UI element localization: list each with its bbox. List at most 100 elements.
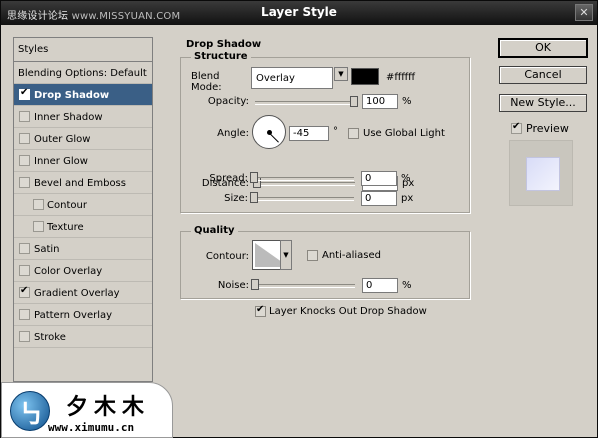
new-style-label: New Style... [510,96,576,109]
dialog-body: Styles Blending Options: Default Drop Sh… [1,25,597,438]
style-item-label: Texture [47,222,84,233]
style-item-checkbox[interactable] [33,221,44,232]
quality-title: Quality [191,225,238,236]
ok-button[interactable]: OK [498,38,588,58]
style-item-label: Bevel and Emboss [34,178,126,189]
style-item-label: Outer Glow [34,134,91,145]
use-global-light-label: Use Global Light [363,128,445,139]
style-item-label: Inner Glow [34,156,88,167]
style-item-checkbox[interactable] [19,243,30,254]
style-item-checkbox[interactable] [19,177,30,188]
use-global-light-checkbox[interactable] [348,128,359,139]
noise-slider[interactable] [255,284,355,288]
knocks-out-checkbox[interactable] [255,304,266,317]
style-item[interactable]: Drop Shadow [14,84,152,106]
style-item-checkbox[interactable] [19,331,30,342]
style-item[interactable]: Inner Glow [14,150,152,172]
distance-slider[interactable] [255,182,355,186]
spread-slider-thumb[interactable] [250,172,258,183]
structure-title: Structure [191,51,251,62]
angle-label: Angle: [217,128,249,139]
style-item[interactable]: Texture [14,216,152,238]
blend-mode-select[interactable]: Overlay [251,67,333,89]
noise-input[interactable]: 0 [362,278,398,293]
logo-url: www.ximumu.cn [48,421,135,434]
noise-unit: % [402,280,412,291]
structure-group: Structure Blend Mode: Overlay ▼ #ffffff … [180,51,470,213]
style-item-label: Satin [34,244,60,255]
style-item-checkbox[interactable] [33,199,44,210]
preview-swatch [526,157,560,191]
size-slider[interactable] [254,197,354,201]
spread-slider[interactable] [254,177,354,181]
angle-input[interactable]: -45 [289,126,329,141]
logo-emblem-icon [10,391,50,431]
style-item[interactable]: Contour [14,194,152,216]
preview-label: Preview [526,122,569,135]
chevron-down-icon: ▼ [283,251,289,259]
style-item-checkbox[interactable] [19,285,30,298]
style-item-label: Drop Shadow [34,90,110,101]
anti-aliased-label: Anti-aliased [322,250,382,261]
chevron-down-icon: ▼ [338,70,344,78]
style-item[interactable]: Inner Shadow [14,106,152,128]
style-item-label: Color Overlay [34,266,103,277]
style-item[interactable]: Outer Glow [14,128,152,150]
style-item-checkbox[interactable] [19,87,30,100]
opacity-slider[interactable] [255,101,355,105]
preview-checkbox[interactable] [511,121,522,134]
size-unit: px [401,193,414,204]
style-item[interactable]: Stroke [14,326,152,348]
size-label: Size: [224,193,248,204]
style-preview [509,140,573,206]
new-style-button[interactable]: New Style... [499,94,587,112]
style-item-checkbox[interactable] [19,309,30,320]
style-item[interactable]: Satin [14,238,152,260]
style-item-checkbox[interactable] [19,265,30,276]
blending-options-item[interactable]: Blending Options: Default [14,62,152,84]
angle-unit: ° [333,126,338,137]
angle-dial-center [267,130,272,135]
preview-toggle[interactable]: Preview [511,121,569,135]
style-item-label: Gradient Overlay [34,288,120,299]
site-logo: 夕木木 www.ximumu.cn [1,382,173,438]
style-item[interactable]: Gradient Overlay [14,282,152,304]
close-button[interactable]: ✕ [575,4,593,21]
style-item-checkbox[interactable] [19,155,30,166]
opacity-label: Opacity: [207,96,249,107]
styles-header[interactable]: Styles [14,38,152,62]
dialog-title: Layer Style [261,5,337,19]
opacity-input[interactable]: 100 [362,94,398,109]
shadow-color-swatch[interactable] [351,68,379,85]
contour-label: Contour: [205,251,249,262]
style-item[interactable]: Color Overlay [14,260,152,282]
size-slider-thumb[interactable] [250,192,258,203]
style-item-label: Inner Shadow [34,112,103,123]
size-input[interactable]: 0 [361,191,397,206]
drop-shadow-title: Drop Shadow [183,39,265,50]
style-item-checkbox[interactable] [19,111,30,122]
shadow-color-hex: #ffffff [386,72,416,83]
blend-mode-dropdown-button[interactable]: ▼ [334,67,348,81]
style-item-checkbox[interactable] [19,133,30,144]
spread-label: Spread: [209,173,248,184]
noise-slider-thumb[interactable] [251,279,259,290]
style-item-label: Contour [47,200,87,211]
quality-group: Quality Contour: ▼ Anti-aliased Noise: 0… [180,225,470,299]
anti-aliased-checkbox[interactable] [307,250,318,261]
spread-input[interactable]: 0 [361,171,397,186]
blend-mode-label: Blend Mode: [191,71,222,93]
layer-style-dialog: 思缘设计论坛 www.MISSYUAN.COM Layer Style ✕ St… [0,0,598,438]
opacity-slider-thumb[interactable] [350,96,358,107]
styles-list: Styles Blending Options: Default Drop Sh… [13,37,153,382]
style-item-label: Pattern Overlay [34,310,113,321]
style-item[interactable]: Bevel and Emboss [14,172,152,194]
contour-dropdown-button[interactable]: ▼ [280,240,292,270]
cancel-button[interactable]: Cancel [499,66,587,84]
spread-unit: % [401,173,411,184]
style-item-label: Stroke [34,332,66,343]
angle-dial[interactable] [252,115,286,149]
knocks-out-label: Layer Knocks Out Drop Shadow [269,306,427,317]
style-item[interactable]: Pattern Overlay [14,304,152,326]
opacity-unit: % [402,96,412,107]
